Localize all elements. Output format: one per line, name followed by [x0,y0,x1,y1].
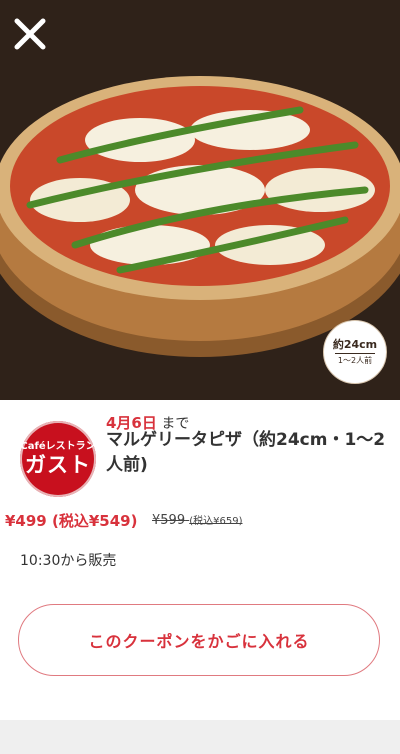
restaurant-logo: Caféレストラン ガスト [20,421,96,497]
close-icon [14,18,46,50]
product-image: 約24cm 1〜2人前 [0,0,400,400]
footer-bar [0,720,400,754]
logo-subtitle: Caféレストラン [20,441,96,452]
coupon-price: ¥499 (税込¥549) [5,512,138,530]
size-divider [335,353,375,354]
add-to-cart-button[interactable]: このクーポンをかごに入れる [18,604,380,676]
logo-title: ガスト [25,453,91,477]
size-label: 約24cm [332,338,378,351]
original-price-value: ¥599 [152,513,186,528]
original-price: ¥599 (税込¥659) [152,512,243,528]
servings-label: 1〜2人前 [337,356,373,365]
close-button[interactable] [10,14,50,54]
original-price-tax: (税込¥659) [189,516,243,527]
product-name: マルゲリータピザ（約24cm・1〜2人前) [106,430,386,475]
size-badge: 約24cm 1〜2人前 [323,320,387,384]
sale-start-time: 10:30から販売 [20,553,117,569]
